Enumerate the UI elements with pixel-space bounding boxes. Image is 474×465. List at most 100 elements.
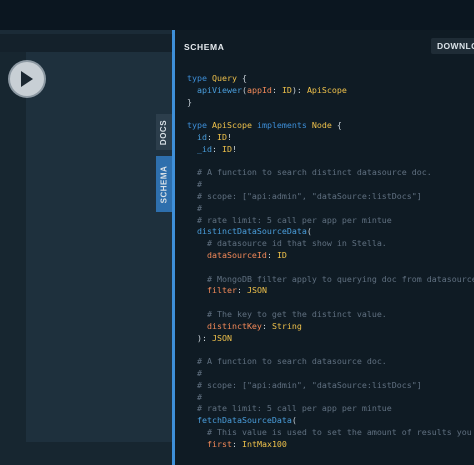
download-button[interactable]: DOWNLO bbox=[431, 38, 474, 54]
code-token: # This value is used to set the amount o… bbox=[187, 426, 474, 437]
query-editor[interactable] bbox=[26, 52, 172, 442]
code-token: ID bbox=[276, 249, 287, 260]
code-line: filter: JSON bbox=[187, 285, 474, 297]
code-line: apiViewer(appId: ID): ApiScope bbox=[187, 85, 474, 97]
code-token: ! bbox=[231, 143, 237, 154]
code-line: type ApiScope implements Node { bbox=[187, 120, 474, 132]
code-line: first: IntMax100 bbox=[187, 439, 474, 451]
code-token: { bbox=[236, 73, 247, 83]
code-token: distinctKey bbox=[187, 320, 262, 331]
code-token: ): bbox=[291, 84, 307, 95]
code-token: ( bbox=[291, 415, 297, 426]
code-line: # bbox=[187, 392, 474, 404]
code-token: fetchDataSourceData bbox=[187, 415, 292, 426]
code-token: appId bbox=[246, 84, 272, 95]
code-token: # The key to get the distinct value. bbox=[187, 308, 387, 319]
execute-query-button[interactable] bbox=[10, 62, 44, 96]
code-line: # A function to search distinct datasour… bbox=[187, 167, 474, 179]
code-token: ID bbox=[281, 84, 292, 95]
code-token: : bbox=[236, 285, 247, 296]
code-token: id bbox=[187, 131, 207, 142]
code-token: JSON bbox=[246, 285, 267, 296]
code-line: # bbox=[187, 179, 474, 191]
tab-schema-label: SCHEMA bbox=[159, 165, 169, 203]
code-token: IntMax100 bbox=[241, 438, 287, 449]
code-line: # rate limit: 5 call per app per mintue bbox=[187, 403, 474, 415]
code-token: first bbox=[187, 438, 232, 449]
code-token: # A function to search distinct datasour… bbox=[187, 167, 432, 178]
code-token: # scope: ["api:admin", "dataSource:listD… bbox=[187, 190, 422, 201]
code-line: # The key to get the distinct value. bbox=[187, 309, 474, 321]
play-icon bbox=[21, 71, 33, 87]
code-token: JSON bbox=[211, 332, 232, 343]
editor-header bbox=[0, 34, 172, 52]
code-line: } bbox=[187, 97, 474, 109]
code-token: # bbox=[187, 367, 202, 378]
code-token: # MongoDB filter apply to querying doc f… bbox=[187, 273, 474, 284]
code-token: # bbox=[187, 391, 202, 402]
schema-code-view[interactable]: type Query { apiViewer(appId: ID): ApiSc… bbox=[187, 73, 474, 451]
code-line: ): JSON bbox=[187, 333, 474, 345]
code-line: type Query { bbox=[187, 73, 474, 85]
code-token: _id bbox=[187, 143, 212, 154]
code-token: # rate limit: 5 call per app per mintue bbox=[187, 403, 392, 414]
code-token: # A function to search datasource doc. bbox=[187, 356, 387, 367]
code-token: ApiScope bbox=[211, 120, 257, 131]
code-token: # scope: ["api:admin", "dataSource:listD… bbox=[187, 379, 422, 390]
code-token: # bbox=[187, 202, 202, 213]
code-token: type bbox=[187, 73, 212, 83]
tab-docs-label: DOCS bbox=[159, 119, 169, 145]
code-line: # scope: ["api:admin", "dataSource:listD… bbox=[187, 191, 474, 203]
code-token: dataSourceId bbox=[187, 249, 267, 260]
code-line: fetchDataSourceData( bbox=[187, 415, 474, 427]
code-token: : bbox=[261, 320, 272, 331]
code-token: filter bbox=[187, 285, 237, 296]
code-token: ): bbox=[187, 332, 212, 343]
code-token: implements bbox=[256, 120, 312, 131]
code-token: : bbox=[231, 438, 242, 449]
schema-panel-title: SCHEMA bbox=[184, 42, 225, 52]
top-bar bbox=[0, 0, 474, 30]
code-token: } bbox=[187, 96, 192, 107]
code-line: # This value is used to set the amount o… bbox=[187, 427, 474, 439]
code-token: : bbox=[206, 131, 217, 142]
code-token: : bbox=[211, 143, 222, 154]
code-token: apiViewer bbox=[187, 84, 242, 95]
code-line: # A function to search datasource doc. bbox=[187, 356, 474, 368]
code-line: dataSourceId: ID bbox=[187, 250, 474, 262]
code-token: # bbox=[187, 179, 202, 190]
code-token: : bbox=[266, 249, 277, 260]
code-line: # bbox=[187, 368, 474, 380]
code-line: distinctDataSourceData( bbox=[187, 226, 474, 238]
editor-footer bbox=[0, 442, 172, 465]
code-token: ID bbox=[221, 143, 232, 154]
code-line: # datasource id that show in Stella. bbox=[187, 238, 474, 250]
code-line: # scope: ["api:admin", "dataSource:listD… bbox=[187, 380, 474, 392]
code-token: Node bbox=[311, 120, 332, 131]
editor-gutter bbox=[0, 52, 26, 465]
code-line: id: ID! bbox=[187, 132, 474, 144]
code-line: distinctKey: String bbox=[187, 321, 474, 333]
code-token: String bbox=[271, 320, 302, 331]
code-line: # MongoDB filter apply to querying doc f… bbox=[187, 274, 474, 286]
code-token: ID bbox=[216, 131, 227, 142]
code-token: distinctDataSourceData bbox=[187, 226, 307, 237]
code-token: Query bbox=[211, 73, 237, 83]
code-token: ApiScope bbox=[306, 84, 347, 95]
code-token: { bbox=[331, 120, 342, 131]
code-line: _id: ID! bbox=[187, 144, 474, 156]
schema-panel: SCHEMA DOWNLO type Query { apiViewer(app… bbox=[175, 30, 474, 465]
code-line: # rate limit: 5 call per app per mintue bbox=[187, 215, 474, 227]
code-token: # datasource id that show in Stella. bbox=[187, 238, 387, 249]
code-line: # bbox=[187, 203, 474, 215]
code-token: type bbox=[187, 120, 212, 131]
code-token: # rate limit: 5 call per app per mintue bbox=[187, 214, 392, 225]
code-token: : bbox=[271, 84, 282, 95]
code-token: ( bbox=[306, 226, 312, 237]
code-token: ! bbox=[226, 131, 232, 142]
